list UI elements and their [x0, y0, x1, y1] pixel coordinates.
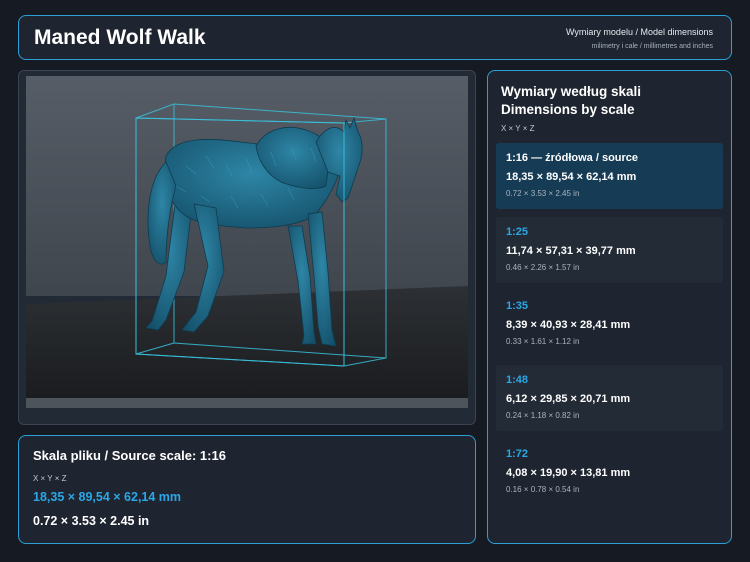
scale-dimensions-inches: 0.16 × 0.78 × 0.54 in	[506, 485, 580, 494]
scale-card-1-16[interactable]: 1:16 — źródłowa / source 18,35 × 89,54 ×…	[496, 143, 723, 209]
scale-card-1-35[interactable]: 1:35 8,39 × 40,93 × 28,41 mm 0.33 × 1.61…	[496, 291, 723, 357]
scale-dimensions-mm: 11,74 × 57,31 × 39,77 mm	[506, 245, 636, 257]
scale-dimensions-inches: 0.46 × 2.26 × 1.57 in	[506, 263, 580, 272]
page-title: Maned Wolf Walk	[34, 26, 206, 49]
source-dimensions-inches: 0.72 × 3.53 × 2.45 in	[33, 514, 150, 528]
scales-panel: Wymiary według skali Dimensions by scale…	[487, 70, 732, 544]
scene-floor	[26, 286, 468, 398]
header-units-note: milimetry i cale / millimetres and inche…	[591, 43, 713, 50]
source-dimensions-mm: 18,35 × 89,54 × 62,14 mm	[33, 490, 182, 504]
render-scene	[26, 76, 468, 408]
scale-card-1-48[interactable]: 1:48 6,12 × 29,85 × 20,71 mm 0.24 × 1.18…	[496, 365, 723, 431]
scale-label: 1:25	[506, 226, 529, 238]
scale-dimensions-inches: 0.72 × 3.53 × 2.45 in	[506, 189, 580, 198]
scale-dimensions-mm: 6,12 × 29,85 × 20,71 mm	[506, 393, 631, 405]
scale-dimensions-inches: 0.24 × 1.18 × 0.82 in	[506, 411, 580, 420]
scale-card-1-72[interactable]: 1:72 4,08 × 19,90 × 13,81 mm 0.16 × 0.78…	[496, 439, 723, 505]
source-scale-panel: Skala pliku / Source scale: 1:16 X × Y ×…	[18, 435, 476, 544]
scale-dimensions-mm: 4,08 × 19,90 × 13,81 mm	[506, 467, 631, 479]
source-axes-label: X × Y × Z	[33, 474, 67, 483]
source-scale-title: Skala pliku / Source scale: 1:16	[33, 448, 226, 463]
header-subtitle: Wymiary modelu / Model dimensions	[566, 27, 713, 37]
scale-label: 1:35	[506, 300, 529, 312]
model-viewer[interactable]	[18, 70, 476, 425]
scales-axes-label: X × Y × Z	[501, 124, 535, 133]
scale-label: 1:48	[506, 374, 529, 386]
scales-panel-title: Wymiary według skali Dimensions by scale	[501, 84, 642, 117]
scale-dimensions-inches: 0.33 × 1.61 × 1.12 in	[506, 337, 580, 346]
scene-floor-edge	[26, 398, 468, 408]
scale-label: 1:72	[506, 448, 529, 460]
model-render[interactable]	[26, 76, 468, 408]
scale-label: 1:16 — źródłowa / source	[506, 152, 639, 164]
scale-card-1-25[interactable]: 1:25 11,74 × 57,31 × 39,77 mm 0.46 × 2.2…	[496, 217, 723, 283]
header-bar: Maned Wolf Walk Wymiary modelu / Model d…	[18, 15, 732, 60]
scale-dimensions-mm: 8,39 × 40,93 × 28,41 mm	[506, 319, 631, 331]
scale-dimensions-mm: 18,35 × 89,54 × 62,14 mm	[506, 171, 637, 183]
